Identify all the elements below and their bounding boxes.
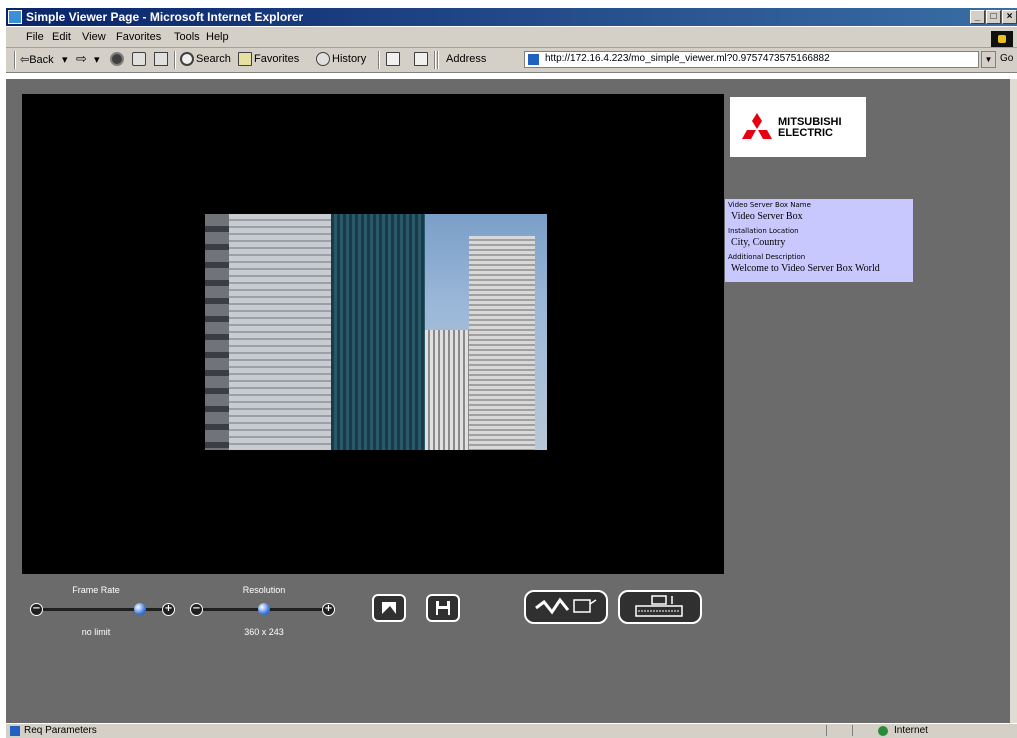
ie-throbber-icon [991, 31, 1013, 47]
window-title: Simple Viewer Page - Microsoft Internet … [26, 10, 304, 24]
resolution-label: Resolution [242, 585, 286, 595]
internet-globe-icon [878, 726, 888, 736]
menu-edit[interactable]: Edit [52, 31, 71, 43]
address-dropdown-icon[interactable]: ▼ [981, 51, 996, 68]
status-text: Req Parameters [24, 725, 97, 736]
mail-icon[interactable] [386, 52, 400, 66]
frame-rate-plus-button[interactable]: + [162, 603, 175, 616]
history-button[interactable]: History [332, 53, 366, 65]
close-button[interactable]: × [1002, 10, 1017, 24]
vertical-scrollbar[interactable] [1010, 79, 1017, 723]
home-icon[interactable] [154, 52, 168, 66]
address-label: Address [446, 53, 487, 65]
window-title-bar: Simple Viewer Page - Microsoft Internet … [6, 8, 1017, 26]
frame-rate-track[interactable] [40, 608, 168, 611]
menu-bar: File Edit View Favorites Tools Help [6, 27, 1017, 48]
menu-help[interactable]: Help [206, 31, 229, 43]
back-button[interactable]: ⇦Back [20, 53, 54, 66]
frame-rate-minus-button[interactable]: − [30, 603, 43, 616]
search-icon [180, 52, 194, 66]
refresh-icon[interactable] [132, 52, 146, 66]
resolution-slider-thumb[interactable] [258, 603, 270, 615]
building-tower [469, 236, 535, 450]
search-button[interactable]: Search [196, 53, 231, 65]
go-button[interactable]: Go [1000, 53, 1013, 64]
location-label: Installation Location [728, 227, 799, 235]
favorites-icon [238, 52, 252, 66]
resolution-plus-button[interactable]: + [322, 603, 335, 616]
server-info-panel: Video Server Box Name Video Server Box I… [725, 199, 913, 282]
address-bar[interactable]: http://172.16.4.223/mo_simple_viewer.ml?… [524, 51, 979, 68]
maximize-button[interactable]: □ [986, 10, 1001, 24]
ie-page-icon [8, 10, 22, 24]
toolbar-separator [437, 51, 439, 69]
snapshot-icon [382, 602, 396, 614]
building-small [425, 330, 469, 450]
server-name-label: Video Server Box Name [728, 201, 811, 209]
live-video-image [205, 214, 547, 450]
page-status-icon [10, 726, 20, 736]
keyboard-icon [635, 595, 683, 617]
toolbar-separator [434, 51, 436, 69]
three-diamonds-icon [742, 113, 772, 139]
status-bar: Req Parameters Internet [6, 723, 1017, 738]
resolution-minus-button[interactable]: − [190, 603, 203, 616]
stop-icon[interactable] [110, 52, 124, 66]
location-value: City, Country [731, 237, 786, 248]
frame-rate-value: no limit [81, 627, 111, 637]
toolbar-grip [14, 51, 16, 69]
page-content: MITSUBISHI ELECTRIC Video Server Box Nam… [6, 79, 1010, 723]
browser-toolbar: ⇦Back ▾ ⇨ ▾ Search Favorites History Add… [6, 48, 1017, 73]
security-zone: Internet [894, 725, 928, 736]
save-disk-icon [436, 601, 450, 615]
mitsubishi-logo: MITSUBISHI ELECTRIC [730, 97, 866, 157]
resolution-value: 360 x 243 [244, 627, 284, 637]
print-icon[interactable] [414, 52, 428, 66]
address-url[interactable]: http://172.16.4.223/mo_simple_viewer.ml?… [545, 53, 830, 64]
motion-wave-icon [535, 597, 597, 615]
logo-line-2: ELECTRIC [778, 127, 833, 139]
frame-rate-slider-thumb[interactable] [133, 603, 146, 615]
forward-button[interactable]: ⇨ [76, 51, 87, 67]
back-dropdown-icon[interactable]: ▾ [62, 53, 68, 66]
motion-detection-button[interactable] [524, 590, 608, 624]
building-glass [331, 214, 425, 450]
minimize-button[interactable]: _ [970, 10, 985, 24]
keyboard-control-button[interactable] [618, 590, 702, 624]
page-icon [528, 54, 539, 65]
favorites-button[interactable]: Favorites [254, 53, 299, 65]
description-value: Welcome to Video Server Box World [731, 263, 880, 274]
building-left-edge [205, 214, 229, 450]
toolbar-separator [378, 51, 380, 69]
menu-view[interactable]: View [82, 31, 106, 43]
description-label: Additional Description [728, 253, 806, 261]
server-name-value: Video Server Box [731, 211, 803, 222]
history-icon [316, 52, 330, 66]
menu-tools[interactable]: Tools [174, 31, 200, 43]
menu-favorites[interactable]: Favorites [116, 31, 161, 43]
video-viewer [22, 94, 724, 574]
status-pane [826, 725, 847, 736]
toolbar-separator [174, 51, 176, 69]
status-pane [852, 725, 873, 736]
menu-file[interactable]: File [26, 31, 44, 43]
save-button[interactable] [426, 594, 460, 622]
forward-dropdown-icon[interactable]: ▾ [94, 53, 100, 66]
snapshot-button[interactable] [372, 594, 406, 622]
frame-rate-label: Frame Rate [72, 585, 120, 595]
